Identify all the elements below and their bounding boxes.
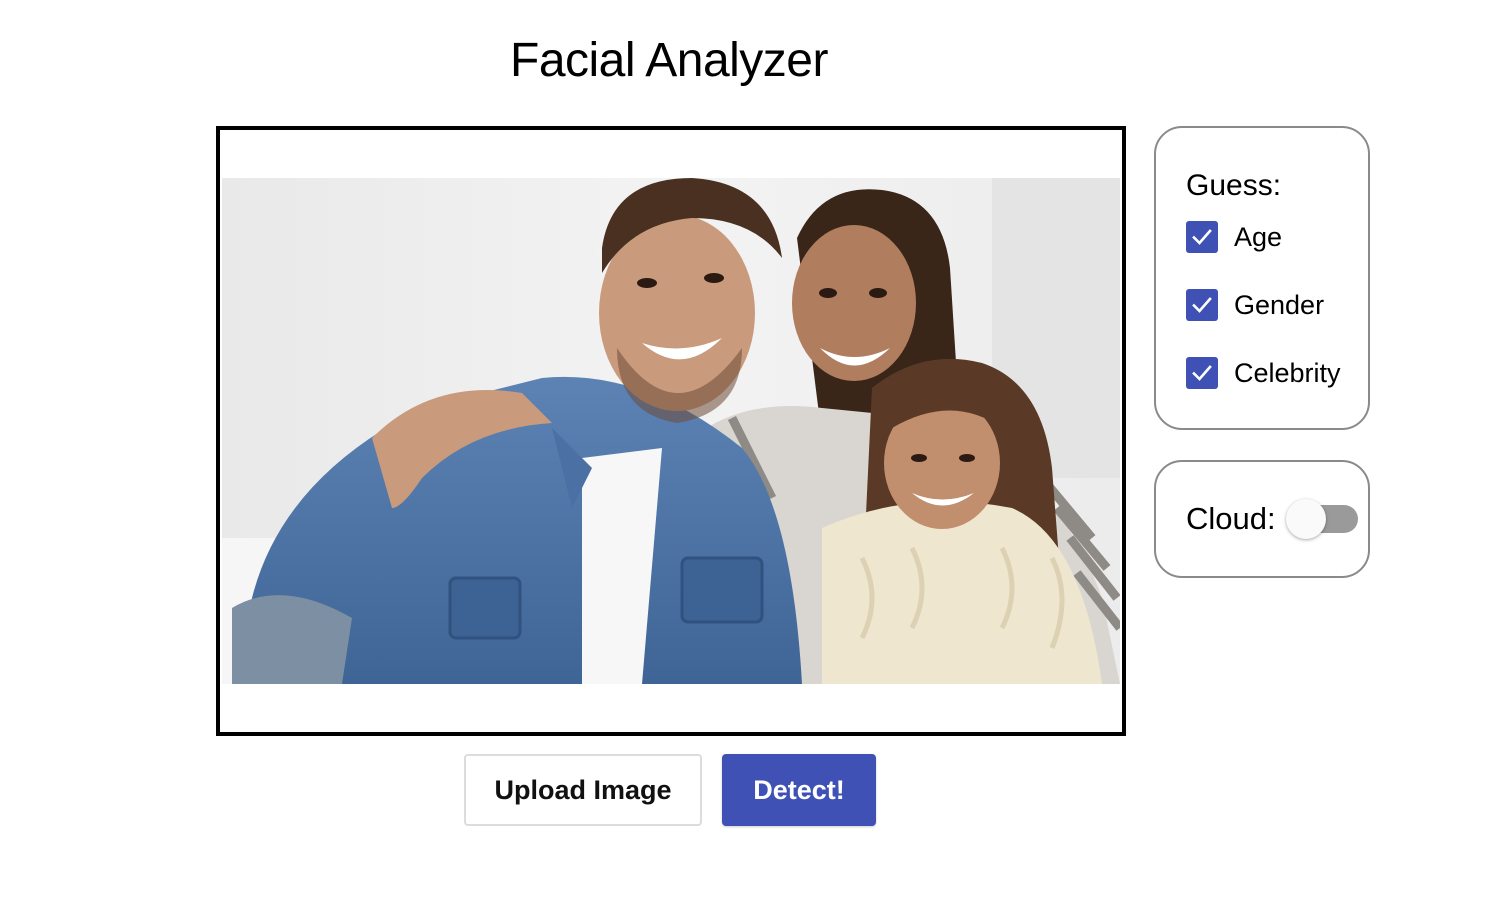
age-checkbox[interactable] — [1186, 221, 1218, 253]
guess-options-panel: Guess: Age Gender Celebrity — [1154, 126, 1370, 430]
facial-analyzer-page: Facial Analyzer Upload Image Detect! Gue… — [0, 0, 1502, 914]
check-icon — [1192, 297, 1212, 313]
cloud-toggle-switch[interactable] — [1285, 499, 1358, 539]
celebrity-label: Celebrity — [1234, 358, 1341, 388]
check-icon — [1192, 229, 1212, 245]
family-photo-image — [222, 178, 1120, 684]
celebrity-checkbox[interactable] — [1186, 357, 1218, 389]
age-checkbox-row[interactable]: Age — [1186, 220, 1368, 254]
gender-label: Gender — [1234, 290, 1325, 320]
cloud-panel: Cloud: — [1154, 460, 1370, 578]
action-buttons: Upload Image Detect! — [464, 754, 876, 826]
gender-checkbox-row[interactable]: Gender — [1186, 288, 1368, 322]
celebrity-checkbox-row[interactable]: Celebrity — [1186, 356, 1368, 390]
switch-thumb — [1285, 499, 1326, 539]
cloud-label: Cloud: — [1186, 501, 1276, 536]
page-title: Facial Analyzer — [510, 34, 828, 87]
guess-label: Guess: — [1186, 169, 1282, 202]
gender-checkbox[interactable] — [1186, 289, 1218, 321]
age-label: Age — [1234, 222, 1283, 252]
detect-button[interactable]: Detect! — [722, 754, 876, 826]
image-preview-frame — [216, 126, 1126, 736]
upload-image-button[interactable]: Upload Image — [464, 754, 702, 826]
check-icon — [1192, 365, 1212, 381]
